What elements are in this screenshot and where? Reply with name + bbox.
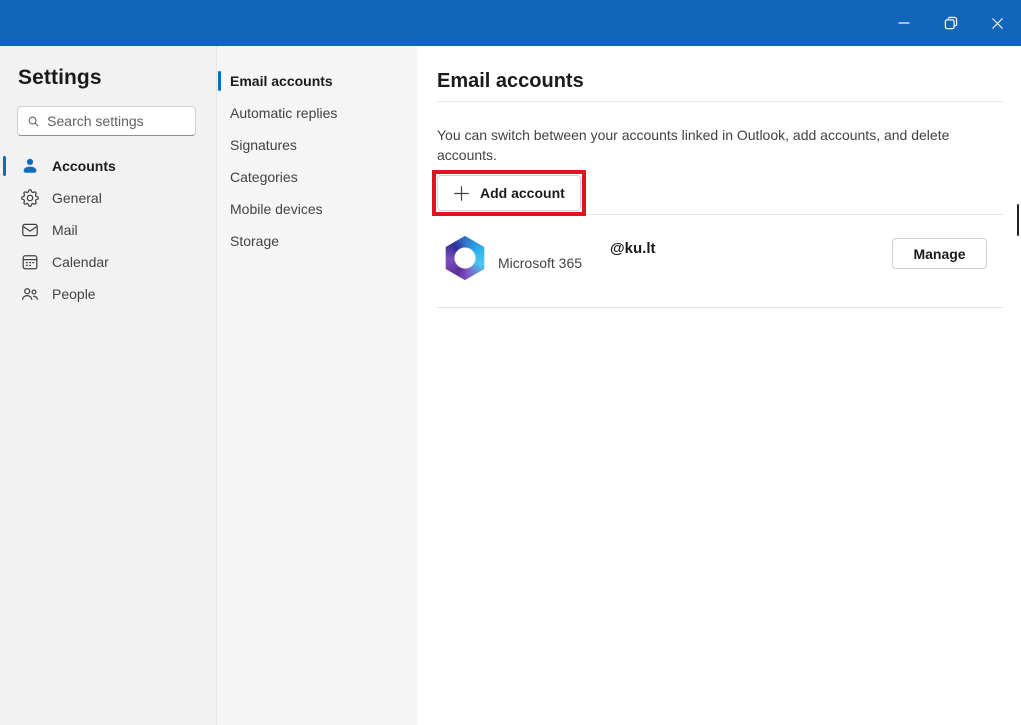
gear-icon <box>20 188 40 208</box>
divider <box>437 307 1003 308</box>
sidebar-item-label: Accounts <box>52 158 116 174</box>
subnav-item-label: Automatic replies <box>230 105 337 121</box>
page-title: Email accounts <box>437 70 1003 93</box>
titlebar <box>0 0 1021 46</box>
plus-icon <box>453 185 470 202</box>
close-icon <box>991 17 1004 30</box>
sidebar-item-mail[interactable]: Mail <box>0 214 216 246</box>
microsoft-365-logo <box>442 235 488 281</box>
email-accounts-pane: Email accounts You can switch between yo… <box>417 46 1021 725</box>
minimize-icon <box>898 17 910 29</box>
subnav-item-mobile-devices[interactable]: Mobile devices <box>217 193 417 225</box>
divider <box>437 101 1003 102</box>
sidebar-item-people[interactable]: People <box>0 278 216 310</box>
sidebar-item-label: Calendar <box>52 254 109 270</box>
sidebar-item-label: People <box>52 286 96 302</box>
subnav-item-categories[interactable]: Categories <box>217 161 417 193</box>
search-settings-box[interactable] <box>17 106 196 136</box>
subnav-item-email-accounts[interactable]: Email accounts <box>217 65 417 97</box>
sidebar-nav: Accounts General <box>0 150 216 310</box>
add-account-button[interactable]: Add account <box>437 175 581 211</box>
people-icon <box>20 284 40 304</box>
add-account-label: Add account <box>480 185 565 201</box>
selection-indicator <box>3 156 6 176</box>
subnav-item-signatures[interactable]: Signatures <box>217 129 417 161</box>
subnav-item-label: Storage <box>230 233 279 249</box>
search-icon <box>27 114 40 129</box>
subnav-item-label: Email accounts <box>230 73 333 89</box>
subnav-item-label: Signatures <box>230 137 297 153</box>
account-provider: Microsoft 365 <box>498 255 582 271</box>
settings-content: Settings Accounts <box>0 46 1021 725</box>
restore-icon <box>944 16 958 30</box>
sidebar-item-accounts[interactable]: Accounts <box>0 150 216 182</box>
close-button[interactable] <box>974 0 1021 46</box>
restore-button[interactable] <box>927 0 974 46</box>
account-row: Microsoft 365 @ku.lt Manage <box>437 231 1003 281</box>
person-icon <box>20 156 40 176</box>
selection-indicator <box>218 71 221 91</box>
settings-sidebar: Settings Accounts <box>0 46 217 725</box>
accounts-subnav: Email accounts Automatic replies Signatu… <box>217 46 417 725</box>
calendar-icon <box>20 252 40 272</box>
outlook-settings-window: Settings Accounts <box>0 0 1021 725</box>
scrollbar-thumb[interactable] <box>1017 204 1019 236</box>
sidebar-item-label: General <box>52 190 102 206</box>
sidebar-item-label: Mail <box>52 222 78 238</box>
subnav-item-storage[interactable]: Storage <box>217 225 417 257</box>
account-email: @ku.lt <box>610 240 655 257</box>
sidebar-item-general[interactable]: General <box>0 182 216 214</box>
annotation-highlight-box: Add account <box>432 170 586 216</box>
subnav-item-label: Mobile devices <box>230 201 323 217</box>
mail-icon <box>20 220 40 240</box>
search-settings-input[interactable] <box>47 113 191 129</box>
page-description: You can switch between your accounts lin… <box>437 125 959 165</box>
minimize-button[interactable] <box>880 0 927 46</box>
manage-button[interactable]: Manage <box>892 238 987 269</box>
subnav-item-automatic-replies[interactable]: Automatic replies <box>217 97 417 129</box>
sidebar-item-calendar[interactable]: Calendar <box>0 246 216 278</box>
settings-title: Settings <box>18 66 216 90</box>
subnav-item-label: Categories <box>230 169 298 185</box>
